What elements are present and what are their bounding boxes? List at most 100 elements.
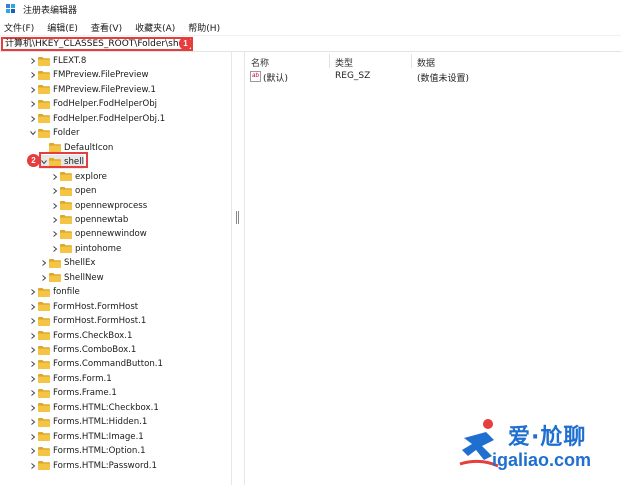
tree-item[interactable]: Folder — [28, 126, 80, 140]
chevron-right-icon[interactable] — [28, 430, 38, 444]
tree-item[interactable]: Forms.ComboBox.1 — [28, 343, 136, 357]
tree-item[interactable]: FMPreview.FilePreview.1 — [28, 83, 156, 97]
tree-item-label: opennewwindow — [75, 229, 147, 240]
chevron-right-icon[interactable] — [50, 184, 60, 198]
value-data[interactable]: (数值未设置) — [417, 71, 469, 84]
tree-item-label: fonfile — [53, 287, 80, 298]
menu-help[interactable]: 帮助(H) — [188, 21, 220, 34]
chevron-down-icon[interactable] — [28, 126, 38, 140]
tree-item-label: ShellEx — [64, 258, 96, 269]
chevron-right-icon[interactable] — [28, 444, 38, 458]
folder-icon — [38, 287, 50, 297]
step-badge-2: 2 — [27, 154, 40, 167]
folder-icon — [38, 56, 50, 66]
tree-item-label: Folder — [53, 128, 80, 139]
folder-icon — [38, 403, 50, 413]
tree-item[interactable]: Forms.HTML:Option.1 — [28, 444, 146, 458]
tree-item[interactable]: Forms.CheckBox.1 — [28, 329, 132, 343]
chevron-right-icon[interactable] — [28, 343, 38, 357]
chevron-right-icon[interactable] — [28, 401, 38, 415]
tree-item[interactable]: Forms.HTML:Image.1 — [28, 430, 144, 444]
tree-item-label: FodHelper.FodHelperObj.1 — [53, 113, 166, 124]
tree-item[interactable]: explore — [50, 170, 107, 184]
tree-item[interactable]: opennewwindow — [50, 227, 147, 241]
tree-item[interactable]: Forms.HTML:Password.1 — [28, 459, 157, 473]
chevron-right-icon[interactable] — [28, 97, 38, 111]
chevron-right-icon[interactable] — [28, 386, 38, 400]
tree-item[interactable]: opennewprocess — [50, 199, 147, 213]
column-header-data[interactable]: 数据 — [417, 56, 435, 69]
tree-item[interactable]: FodHelper.FodHelperObj.1 — [28, 112, 165, 126]
chevron-right-icon[interactable] — [28, 314, 38, 328]
chevron-right-icon[interactable] — [28, 285, 38, 299]
menu-bar: 文件(F) 编辑(E) 查看(V) 收藏夹(A) 帮助(H) — [0, 19, 621, 36]
tree-item[interactable]: pintohome — [50, 242, 121, 256]
tree-item-label: Forms.CheckBox.1 — [53, 330, 133, 341]
tree-item-label: FormHost.FormHost.1 — [53, 316, 147, 327]
column-divider[interactable] — [329, 54, 330, 68]
tree-item[interactable]: FodHelper.FodHelperObj — [28, 97, 157, 111]
pane-splitter[interactable] — [231, 52, 245, 485]
folder-icon — [38, 446, 50, 456]
tree-item[interactable]: opennewtab — [50, 213, 128, 227]
chevron-right-icon[interactable] — [28, 300, 38, 314]
tree-item-label: FormHost.FormHost — [53, 301, 139, 312]
registry-tree[interactable]: FLEXT.8 FMPreview.FilePreview FMPreview.Fi… — [0, 52, 231, 485]
folder-icon — [38, 461, 50, 471]
chevron-right-icon[interactable] — [28, 83, 38, 97]
folder-icon — [49, 258, 61, 268]
watermark-title: 爱·尬聊 — [508, 425, 587, 450]
tree-item[interactable]: open — [50, 184, 96, 198]
chevron-right-icon[interactable] — [50, 170, 60, 184]
tree-item[interactable]: FormHost.FormHost — [28, 300, 138, 314]
column-header-name[interactable]: 名称 — [251, 56, 269, 69]
folder-icon — [38, 128, 50, 138]
chevron-right-icon[interactable] — [39, 256, 49, 270]
tree-item[interactable]: ShellEx — [39, 256, 95, 270]
menu-view[interactable]: 查看(V) — [91, 21, 122, 34]
chevron-right-icon[interactable] — [39, 271, 49, 285]
tree-item[interactable]: ShellNew — [39, 271, 104, 285]
chevron-right-icon[interactable] — [28, 357, 38, 371]
address-bar: 计算机\HKEY_CLASSES_ROOT\Folder\shell 1 — [0, 36, 621, 52]
menu-file[interactable]: 文件(F) — [4, 21, 34, 34]
tree-item[interactable]: fonfile — [28, 285, 80, 299]
tree-item[interactable]: Forms.HTML:Hidden.1 — [28, 415, 147, 429]
chevron-right-icon[interactable] — [50, 227, 60, 241]
folder-icon — [38, 85, 50, 95]
tree-item[interactable]: FLEXT.8 — [28, 54, 86, 68]
watermark-url: igaliao.com — [492, 450, 592, 470]
chevron-right-icon[interactable] — [28, 112, 38, 126]
tree-item[interactable]: Forms.Form.1 — [28, 372, 112, 386]
chevron-right-icon[interactable] — [28, 415, 38, 429]
value-type[interactable]: REG_SZ — [335, 71, 370, 81]
tree-item[interactable]: FormHost.FormHost.1 — [28, 314, 146, 328]
menu-edit[interactable]: 编辑(E) — [47, 21, 78, 34]
tree-item[interactable]: Forms.CommandButton.1 — [28, 357, 163, 371]
chevron-right-icon[interactable] — [28, 54, 38, 68]
address-path[interactable]: 计算机\HKEY_CLASSES_ROOT\Folder\shell — [1, 37, 194, 51]
tree-item[interactable]: Forms.Frame.1 — [28, 386, 117, 400]
menu-favorites[interactable]: 收藏夹(A) — [135, 21, 175, 34]
value-name[interactable]: (默认) — [263, 71, 288, 84]
folder-icon — [38, 388, 50, 398]
chevron-right-icon[interactable] — [50, 199, 60, 213]
folder-icon — [38, 345, 50, 355]
string-value-icon: ab — [250, 71, 261, 82]
chevron-right-icon[interactable] — [50, 242, 60, 256]
chevron-right-icon[interactable] — [28, 372, 38, 386]
chevron-right-icon[interactable] — [28, 329, 38, 343]
tree-item[interactable]: Forms.HTML:Checkbox.1 — [28, 401, 159, 415]
tree-item-label: opennewprocess — [75, 200, 148, 211]
folder-icon — [60, 201, 72, 210]
chevron-right-icon[interactable] — [50, 213, 60, 227]
selected-key-highlight — [39, 152, 88, 168]
column-header-type[interactable]: 类型 — [335, 56, 353, 69]
chevron-right-icon[interactable] — [28, 68, 38, 82]
folder-icon — [38, 302, 50, 312]
splitter-grip[interactable] — [236, 211, 239, 224]
chevron-right-icon[interactable] — [28, 459, 38, 473]
column-divider[interactable] — [411, 54, 412, 68]
tree-item-label: Forms.HTML:Image.1 — [53, 431, 144, 442]
tree-item[interactable]: FMPreview.FilePreview — [28, 68, 149, 82]
